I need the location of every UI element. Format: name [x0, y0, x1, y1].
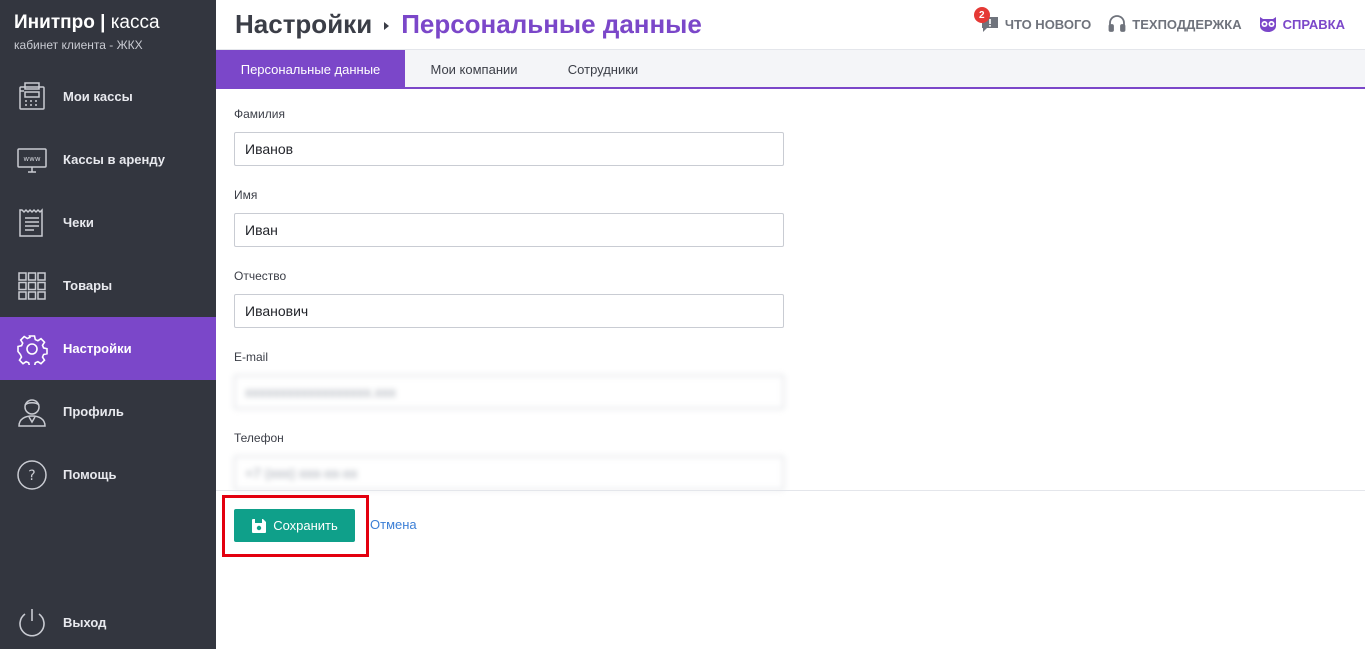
svg-text:www: www — [23, 155, 40, 163]
user-icon — [16, 396, 48, 428]
sidebar-item-label: Профиль — [63, 404, 124, 419]
sidebar-item-settings[interactable]: Настройки — [0, 317, 216, 380]
sidebar-item-rental-registers[interactable]: www Кассы в аренду — [0, 128, 216, 191]
gear-icon — [16, 333, 48, 365]
notification-badge: 2 — [973, 7, 990, 23]
first-name-label: Имя — [234, 188, 258, 202]
brand-separator: | — [100, 12, 106, 33]
email-field[interactable] — [234, 375, 784, 409]
header-links: 2 ЧТО НОВОГО ТЕХПОДДЕРЖКА СПРАВКА — [973, 7, 1345, 34]
support-label: ТЕХПОДДЕРЖКА — [1132, 16, 1242, 32]
help-label: СПРАВКА — [1282, 16, 1345, 32]
help-icon: ? — [16, 459, 48, 491]
whats-new-link[interactable]: 2 ЧТО НОВОГО — [973, 7, 1092, 34]
support-link[interactable]: ТЕХПОДДЕРЖКА — [1107, 14, 1242, 34]
personal-data-form: Фамилия Имя Отчество E-mail Телефон — [234, 105, 784, 510]
email-label: E-mail — [234, 350, 269, 364]
brand-product: касса — [110, 12, 160, 33]
whats-new-label: ЧТО НОВОГО — [1004, 16, 1092, 32]
headset-icon — [1107, 14, 1127, 34]
sidebar-item-label: Помощь — [63, 467, 117, 482]
sidebar-item-label: Товары — [63, 278, 113, 293]
sidebar-item-label: Настройки — [63, 341, 132, 356]
sidebar-item-label: Выход — [63, 615, 107, 630]
phone-field[interactable] — [234, 456, 784, 490]
sidebar-item-receipts[interactable]: Чеки — [0, 191, 216, 254]
sidebar-item-help[interactable]: ? Помощь — [0, 443, 216, 506]
breadcrumb-arrow-icon — [384, 22, 390, 30]
receipt-icon — [16, 207, 48, 239]
sidebar-item-label: Мои кассы — [63, 89, 133, 104]
sidebar-item-profile[interactable]: Профиль — [0, 380, 216, 443]
tab-my-companies[interactable]: Мои компании — [415, 50, 533, 88]
tab-personal-data[interactable]: Персональные данные — [216, 50, 405, 88]
sidebar-item-my-registers[interactable]: Мои кассы — [0, 65, 216, 128]
brand-name: Инитпро — [14, 12, 95, 33]
sidebar: Инитпро | касса кабинет клиента - ЖКХ Мо… — [0, 0, 216, 649]
chat-alert-icon: 2 — [973, 7, 1000, 34]
help-link[interactable]: СПРАВКА — [1258, 14, 1345, 34]
sidebar-item-label: Кассы в аренду — [63, 152, 165, 167]
sidebar-item-label: Чеки — [63, 215, 94, 230]
cancel-link[interactable]: Отмена — [370, 517, 417, 532]
breadcrumb: Настройки Персональные данные — [235, 9, 702, 40]
sidebar-item-logout[interactable]: Выход — [0, 591, 216, 649]
page-title: Персональные данные — [401, 9, 702, 39]
middle-name-label: Отчество — [234, 269, 287, 283]
middle-name-field[interactable] — [234, 294, 784, 328]
page-header: Настройки Персональные данные 2 ЧТО НОВО… — [216, 0, 1365, 50]
cash-register-icon — [16, 81, 48, 113]
floppy-disk-icon — [251, 518, 267, 534]
save-button-label: Сохранить — [273, 518, 338, 533]
brand: Инитпро | касса кабинет клиента - ЖКХ — [0, 0, 216, 64]
first-name-field[interactable] — [234, 213, 784, 247]
sidebar-item-products[interactable]: Товары — [0, 254, 216, 317]
settings-tabs: Персональные данные Мои компании Сотрудн… — [216, 49, 1365, 89]
last-name-label: Фамилия — [234, 107, 285, 121]
phone-label: Телефон — [234, 431, 284, 445]
svg-text:?: ? — [28, 468, 35, 484]
save-button[interactable]: Сохранить — [234, 509, 355, 542]
power-icon — [16, 607, 48, 639]
grid-icon — [16, 270, 48, 302]
www-monitor-icon: www — [16, 144, 48, 176]
form-divider — [216, 490, 1365, 491]
brand-subtitle: кабинет клиента - ЖКХ — [14, 38, 143, 52]
brand-logo[interactable]: Инитпро | касса — [14, 12, 216, 34]
owl-icon — [1258, 14, 1278, 34]
breadcrumb-root[interactable]: Настройки — [235, 9, 372, 40]
tab-employees[interactable]: Сотрудники — [553, 50, 653, 88]
last-name-field[interactable] — [234, 132, 784, 166]
